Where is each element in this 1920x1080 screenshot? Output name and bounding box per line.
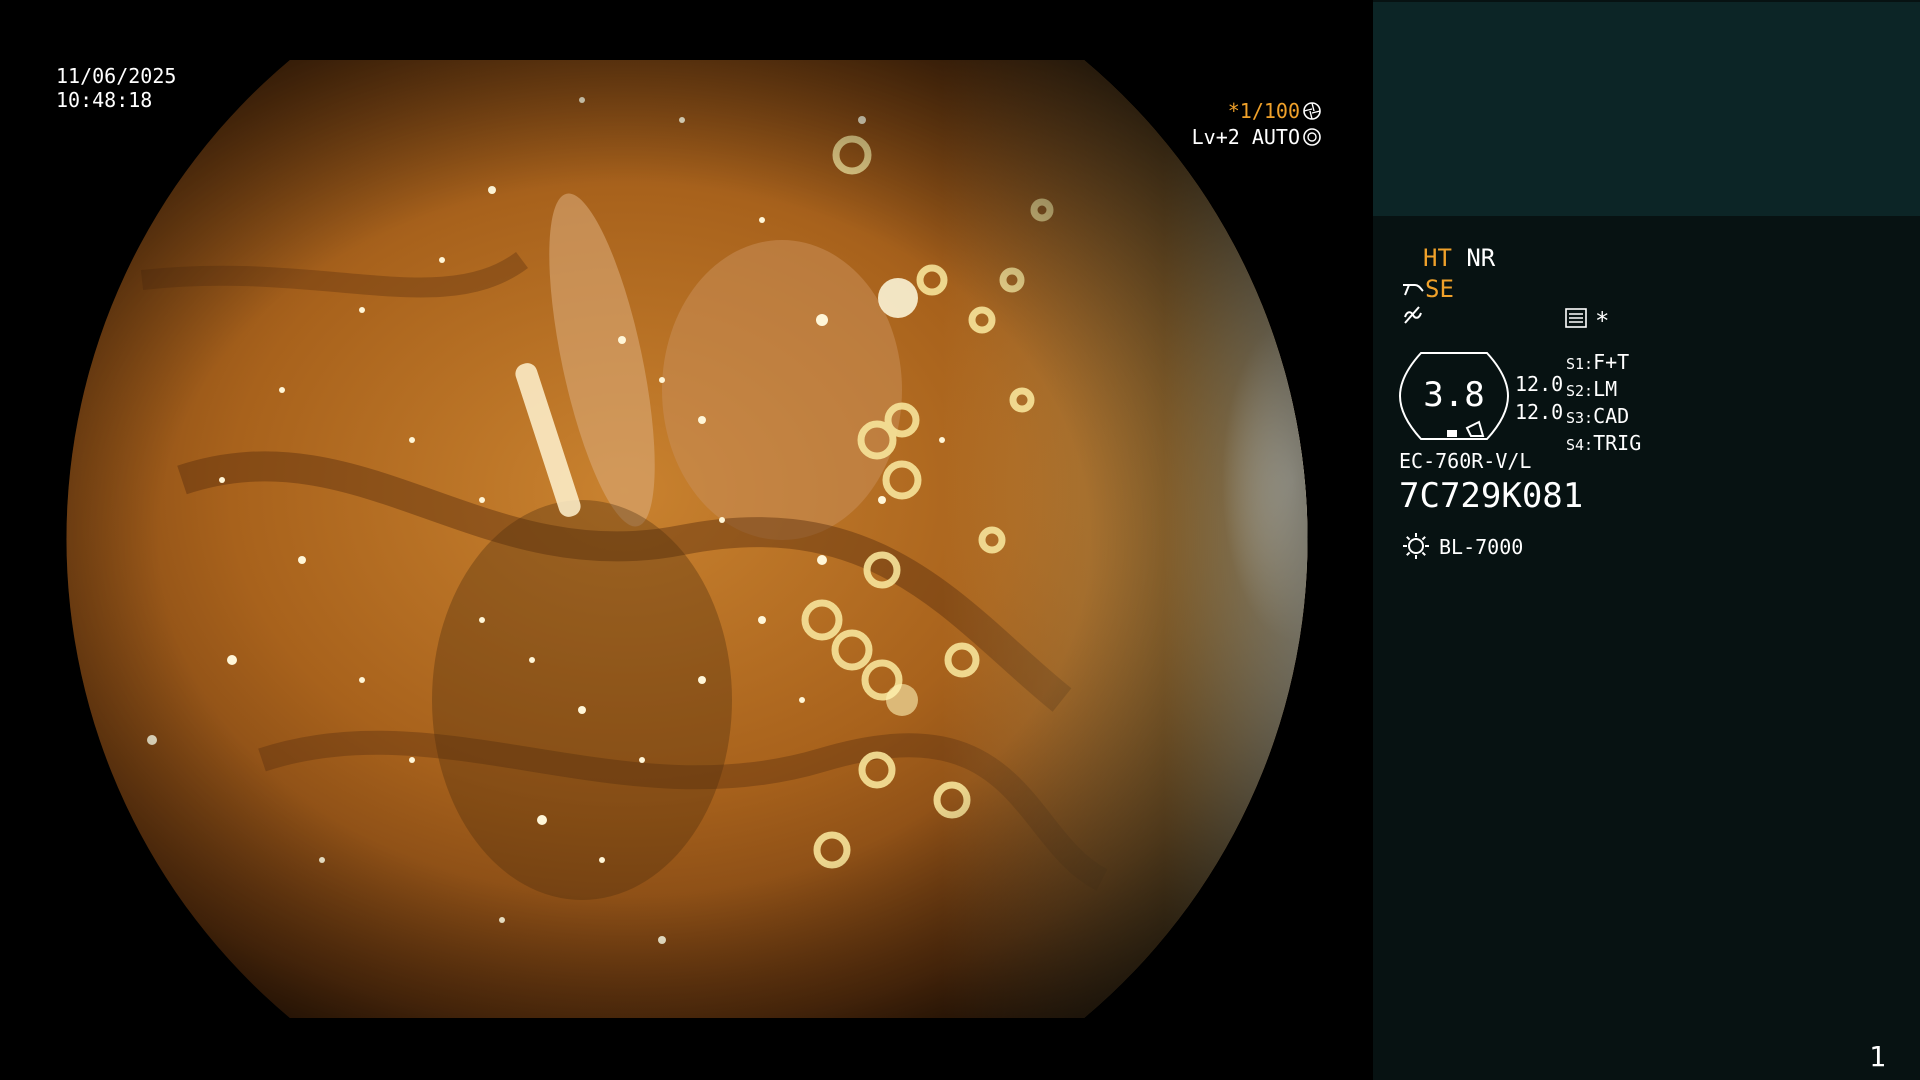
exam-date: 11/06/2025 [56, 64, 177, 88]
enhance-row: SE [1401, 275, 1454, 303]
exposure-overlay: *1/100 Lv+2 AUTO [1192, 98, 1322, 150]
status-panel: HT NR SE * 3.8 12.0 12.0 S1:F+T S2:LM S3… [1373, 0, 1920, 1080]
switch-s2: S2:LM [1566, 377, 1618, 401]
scope-switch-list: S1:F+T S2:LM S3:CAD S4:TRIG [1566, 350, 1641, 458]
exam-time: 10:48:18 [56, 88, 153, 112]
shutter-speed: *1/100 [1227, 99, 1300, 123]
iris-icon [1303, 128, 1321, 146]
processing-flags: HT NR [1423, 244, 1495, 272]
ratio-values: 12.0 12.0 [1515, 370, 1563, 426]
ht-flag: HT [1423, 244, 1452, 272]
contrast-icon [1404, 306, 1422, 324]
se-flag: SE [1425, 275, 1454, 303]
switch-s3: S3:CAD [1566, 404, 1630, 428]
switch-s1: S1:F+T [1566, 350, 1630, 374]
capture-indicator: * [1595, 307, 1610, 335]
endoscope-view: 11/06/2025 10:48:18 *1/100 Lv+2 AUTO [0, 0, 1372, 1080]
nr-flag: NR [1466, 244, 1496, 272]
ratio-top: 12.0 [1515, 372, 1564, 396]
brightness-level: Lv+2 AUTO [1191, 125, 1300, 149]
scope-serial: 7C729K081 [1399, 476, 1584, 516]
patient-info-area [1373, 2, 1920, 216]
light-source-model: BL-7000 [1439, 535, 1524, 559]
contrast-row [1401, 305, 1423, 333]
ratio-bottom: 12.0 [1515, 400, 1564, 424]
endoscopic-image [66, 60, 1308, 1018]
datetime-overlay: 11/06/2025 10:48:18 [56, 64, 176, 112]
menu-icon [1565, 308, 1587, 328]
enhance-icon [1403, 284, 1424, 296]
aperture-icon [1303, 102, 1321, 120]
page-number: 1 [1869, 1040, 1886, 1073]
zoom-value: 3.8 [1423, 375, 1485, 415]
switch-s4: S4:TRIG [1566, 431, 1642, 455]
scope-model: EC-760R-V/L [1399, 449, 1532, 473]
light-source-icon [1403, 533, 1429, 559]
